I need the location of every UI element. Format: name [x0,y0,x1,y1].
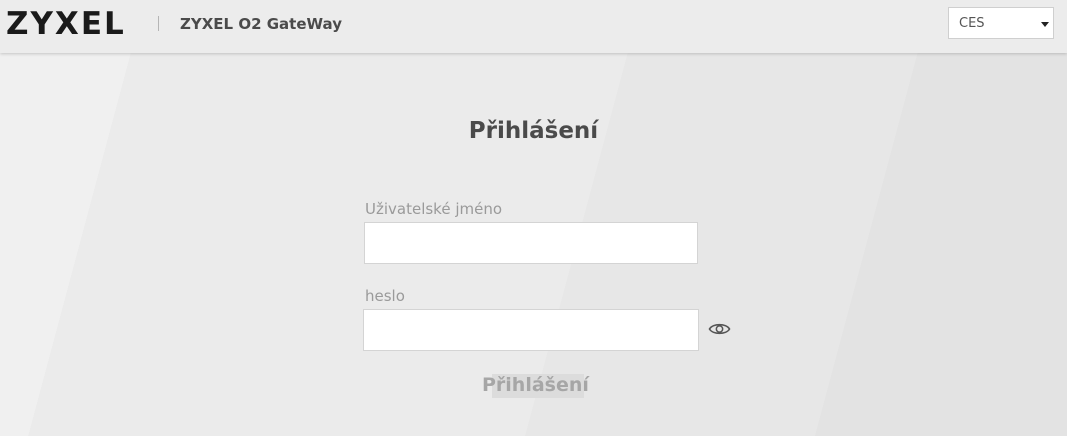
login-button-label: Přihlášení [482,374,589,396]
login-button[interactable]: Přihlášení [482,370,589,400]
app-title: ZYXEL O2 GateWay [180,15,342,33]
password-input[interactable] [363,309,699,351]
login-title: Přihlášení [468,118,599,144]
username-label: Uživatelské jméno [365,200,503,218]
header-divider [158,16,159,31]
username-input[interactable] [364,222,698,264]
top-header: ZYXEL ZYXEL O2 GateWay CES [0,0,1067,53]
eye-icon[interactable] [708,320,731,338]
language-selected-value: CES [959,16,985,31]
language-select[interactable]: CES [948,7,1054,39]
chevron-down-icon [1041,22,1049,27]
brand-logo: ZYXEL [6,6,126,42]
password-label: heslo [365,287,405,305]
